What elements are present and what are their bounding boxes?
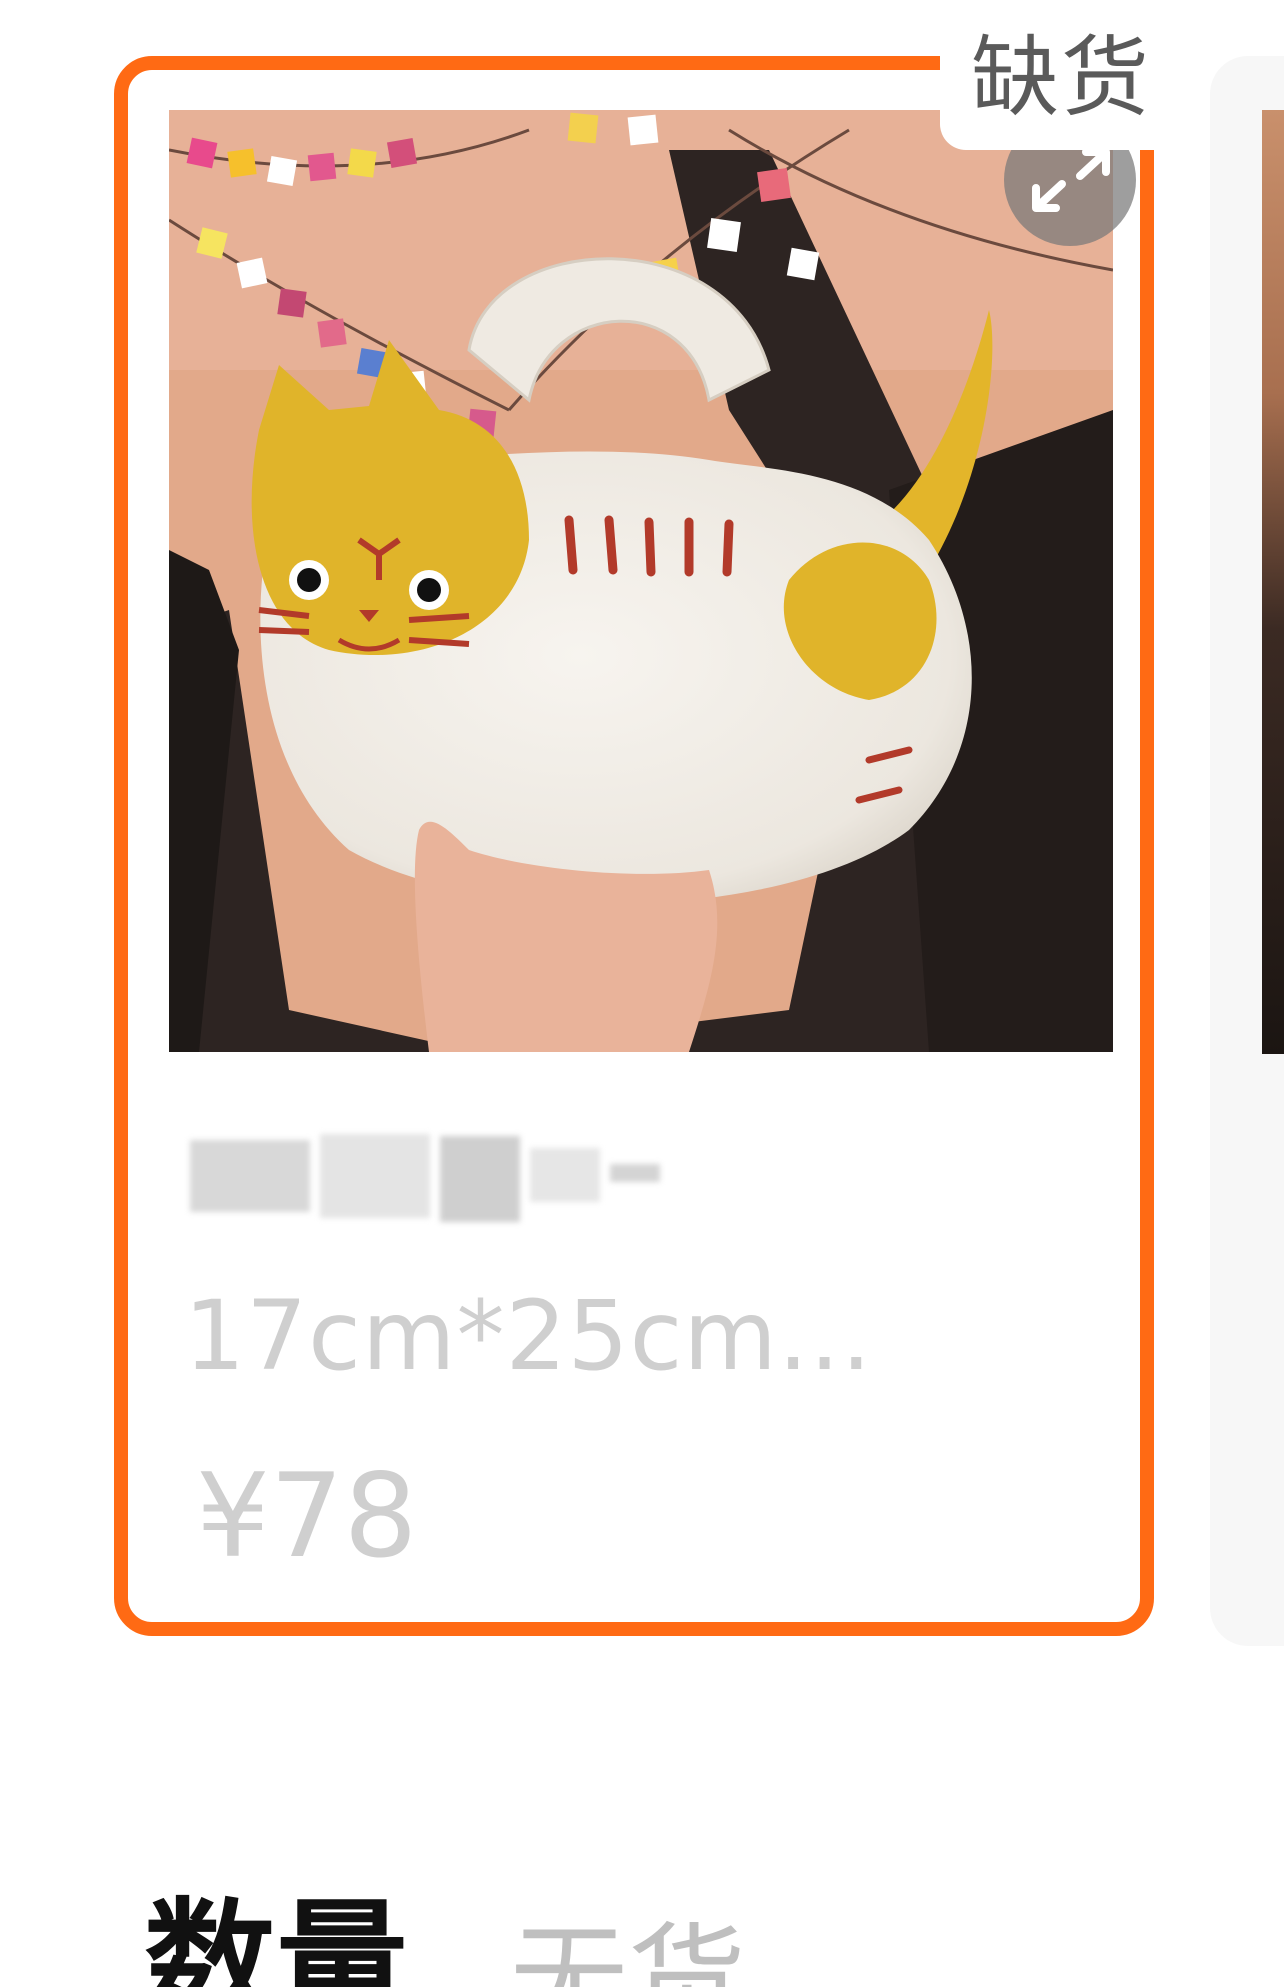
product-image[interactable]	[169, 110, 1113, 1052]
next-product-image	[1262, 110, 1284, 1054]
expand-button[interactable]	[1004, 138, 1136, 246]
quantity-label: 数量	[144, 1886, 408, 1987]
out-of-stock-tag: 缺货	[940, 8, 1182, 150]
quantity-status: 无货	[510, 1911, 747, 1987]
product-spec: 17cm*25cm...	[184, 1280, 873, 1392]
next-product-card[interactable]	[1210, 56, 1284, 1646]
product-name-blurred	[190, 1124, 666, 1234]
sku-selector-page: 缺货 17cm*25cm... ¥78 数量 无货	[0, 0, 1284, 1987]
expand-arrows-icon	[1032, 148, 1110, 212]
product-price: ¥78	[196, 1449, 418, 1584]
felt-cat-handbag-photo	[169, 110, 1113, 1052]
